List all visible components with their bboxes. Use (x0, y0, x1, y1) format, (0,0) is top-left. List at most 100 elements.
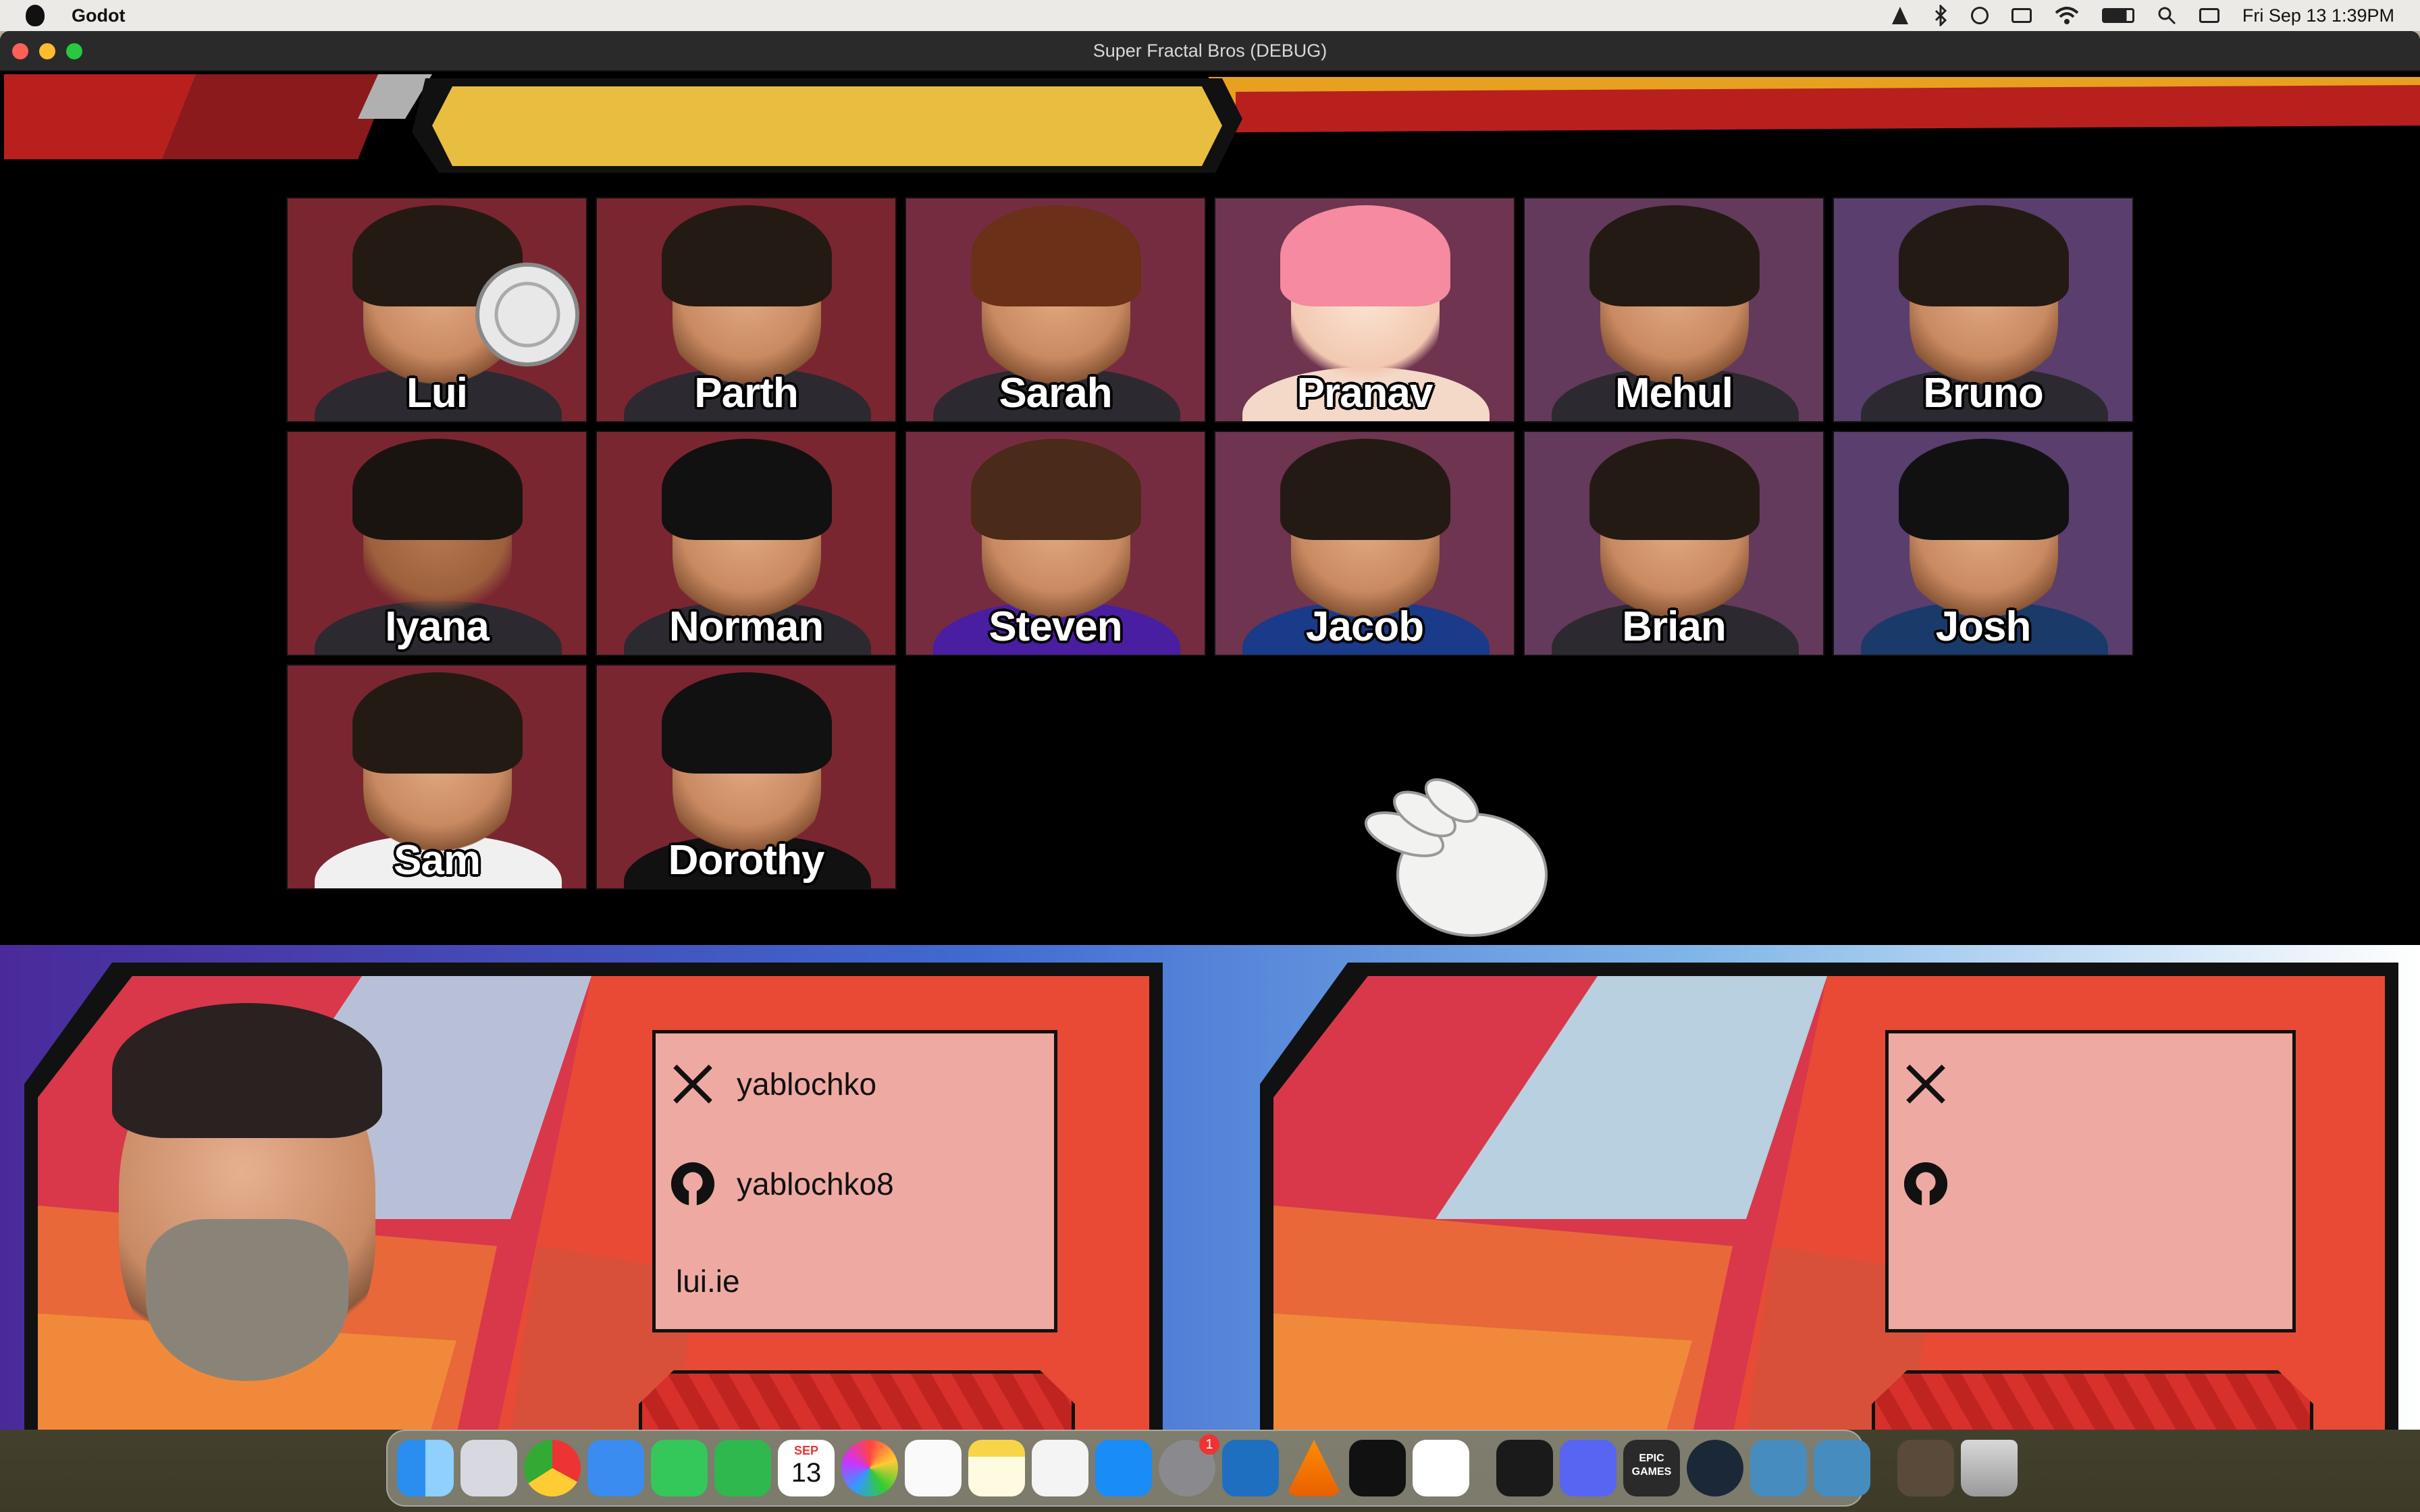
character-name: Sam (394, 837, 481, 884)
battery-icon[interactable] (2101, 8, 2134, 23)
reminders-icon[interactable] (905, 1440, 962, 1496)
pointer-hand-icon[interactable] (1364, 774, 1567, 949)
vlc-app-icon[interactable] (1286, 1440, 1342, 1496)
clock[interactable]: Fri Sep 13 1:39PM (2242, 5, 2394, 26)
vlc-icon[interactable] (1890, 5, 1910, 26)
zoom-button[interactable] (66, 43, 82, 59)
window-title: Super Fractal Bros (DEBUG) (1093, 40, 1327, 61)
character-card-pranav[interactable]: Pranav (1214, 197, 1515, 423)
search-icon[interactable] (2157, 6, 2176, 25)
calendar-day: 13 (791, 1458, 822, 1488)
godot-2-icon[interactable] (1814, 1440, 1870, 1496)
character-name: Parth (694, 370, 798, 416)
vscode-icon[interactable] (1222, 1440, 1279, 1496)
character-card-dorothy[interactable]: Dorothy (596, 664, 897, 890)
menu-bar: Godot Fri Sep 13 1:39PM (0, 0, 2420, 31)
launchpad-icon[interactable] (461, 1440, 517, 1496)
character-card-parth[interactable]: Parth (596, 197, 897, 423)
selection-name-banner (432, 86, 1222, 166)
player-panels: yablochko yablochko8 lui.ie (0, 945, 2420, 1430)
game-window: Super Fractal Bros (DEBUG) Lui Parth Sar… (0, 31, 2420, 1430)
x-twitter-icon (1906, 1064, 1945, 1104)
player-1-stand (639, 1370, 1075, 1430)
github-row: yablochko8 (669, 1160, 894, 1208)
dock: SEP 13 1 EPIC GAMES (386, 1430, 2018, 1507)
play-icon[interactable] (1970, 7, 1989, 24)
photos-icon[interactable] (841, 1440, 898, 1496)
player-token-icon[interactable] (473, 261, 581, 369)
notes-icon[interactable] (968, 1440, 1025, 1496)
character-card-lui[interactable]: Lui (286, 197, 587, 423)
status-area: Fri Sep 13 1:39PM (1890, 0, 2394, 31)
character-name: Iyana (385, 603, 490, 650)
player-1-panel: yablochko yablochko8 lui.ie (24, 963, 1163, 1430)
mail-icon[interactable] (587, 1440, 644, 1496)
top-banner (4, 74, 2420, 173)
character-name: Jacob (1305, 603, 1424, 650)
wifi-icon[interactable] (2055, 6, 2079, 25)
app-store-icon[interactable] (1095, 1440, 1152, 1496)
player-2-info-card (1885, 1030, 2296, 1332)
website-row: lui.ie (676, 1263, 740, 1299)
terminal-icon[interactable] (1349, 1440, 1406, 1496)
website-link[interactable]: lui.ie (676, 1263, 740, 1299)
epic-games-icon[interactable]: EPIC GAMES (1623, 1440, 1680, 1496)
system-settings-icon[interactable]: 1 (1159, 1434, 1219, 1496)
discord-icon[interactable] (1560, 1440, 1616, 1496)
control-center-icon[interactable] (2199, 8, 2219, 23)
messages-icon[interactable] (651, 1440, 708, 1496)
photo-app-icon[interactable] (1897, 1440, 1954, 1496)
apple-icon[interactable] (26, 5, 45, 26)
character-select-screen: Lui Parth Sarah Pranav Mehul Bruno Iyana… (0, 72, 2420, 1430)
player-1-info-card: yablochko yablochko8 lui.ie (652, 1030, 1057, 1332)
freeform-icon[interactable] (1032, 1440, 1088, 1496)
character-card-josh[interactable]: Josh (1833, 431, 2134, 656)
facetime-icon[interactable] (714, 1440, 771, 1496)
terminal-2-icon[interactable] (1496, 1440, 1553, 1496)
character-name: Lui (406, 370, 468, 416)
godot-icon[interactable] (1750, 1440, 1807, 1496)
finder-icon[interactable] (397, 1440, 454, 1496)
character-card-bruno[interactable]: Bruno (1833, 197, 2134, 423)
close-button[interactable] (12, 43, 28, 59)
epic-games-label: EPIC GAMES (1631, 1453, 1672, 1478)
calendar-month: SEP (793, 1444, 819, 1457)
character-name: Brian (1622, 603, 1726, 650)
chrome-icon[interactable] (524, 1440, 581, 1496)
character-card-steven[interactable]: Steven (905, 431, 1206, 656)
character-name: Bruno (1923, 370, 2044, 416)
calendar-icon[interactable]: SEP 13 (778, 1440, 835, 1496)
app-menu-name[interactable]: Godot (72, 5, 125, 26)
player-2-panel (1260, 963, 2398, 1430)
trash-icon[interactable] (1961, 1440, 2018, 1496)
github-handle[interactable]: yablochko8 (737, 1166, 894, 1202)
steam-icon[interactable] (1687, 1440, 1743, 1496)
character-name: Sarah (999, 370, 1112, 416)
character-card-mehul[interactable]: Mehul (1523, 197, 1824, 423)
character-name: Josh (1935, 603, 2032, 650)
character-card-brian[interactable]: Brian (1523, 431, 1824, 656)
character-card-norman[interactable]: Norman (596, 431, 897, 656)
bluetooth-icon[interactable] (1933, 5, 1948, 26)
github-row (1902, 1160, 1970, 1208)
window-titlebar: Super Fractal Bros (DEBUG) (0, 31, 2420, 72)
character-card-sarah[interactable]: Sarah (905, 197, 1206, 423)
character-card-iyana[interactable]: Iyana (286, 431, 587, 656)
character-name: Mehul (1614, 370, 1733, 416)
player-1-portrait (78, 990, 429, 1430)
slack-icon[interactable] (1413, 1440, 1469, 1496)
character-name: Pranav (1296, 370, 1433, 416)
settings-badge: 1 (1199, 1434, 1219, 1455)
character-name: Norman (668, 603, 824, 650)
twitter-handle[interactable]: yablochko (737, 1066, 876, 1102)
player-2-stand (1872, 1370, 2313, 1430)
screen-mirror-icon[interactable] (2011, 8, 2032, 23)
github-icon (1903, 1162, 1948, 1206)
character-card-jacob[interactable]: Jacob (1214, 431, 1515, 656)
character-card-sam[interactable]: Sam (286, 664, 587, 890)
minimize-button[interactable] (39, 43, 55, 59)
twitter-row (1902, 1060, 1970, 1108)
x-twitter-icon (673, 1064, 712, 1104)
character-name: Dorothy (668, 837, 825, 884)
character-name: Steven (989, 603, 1122, 650)
